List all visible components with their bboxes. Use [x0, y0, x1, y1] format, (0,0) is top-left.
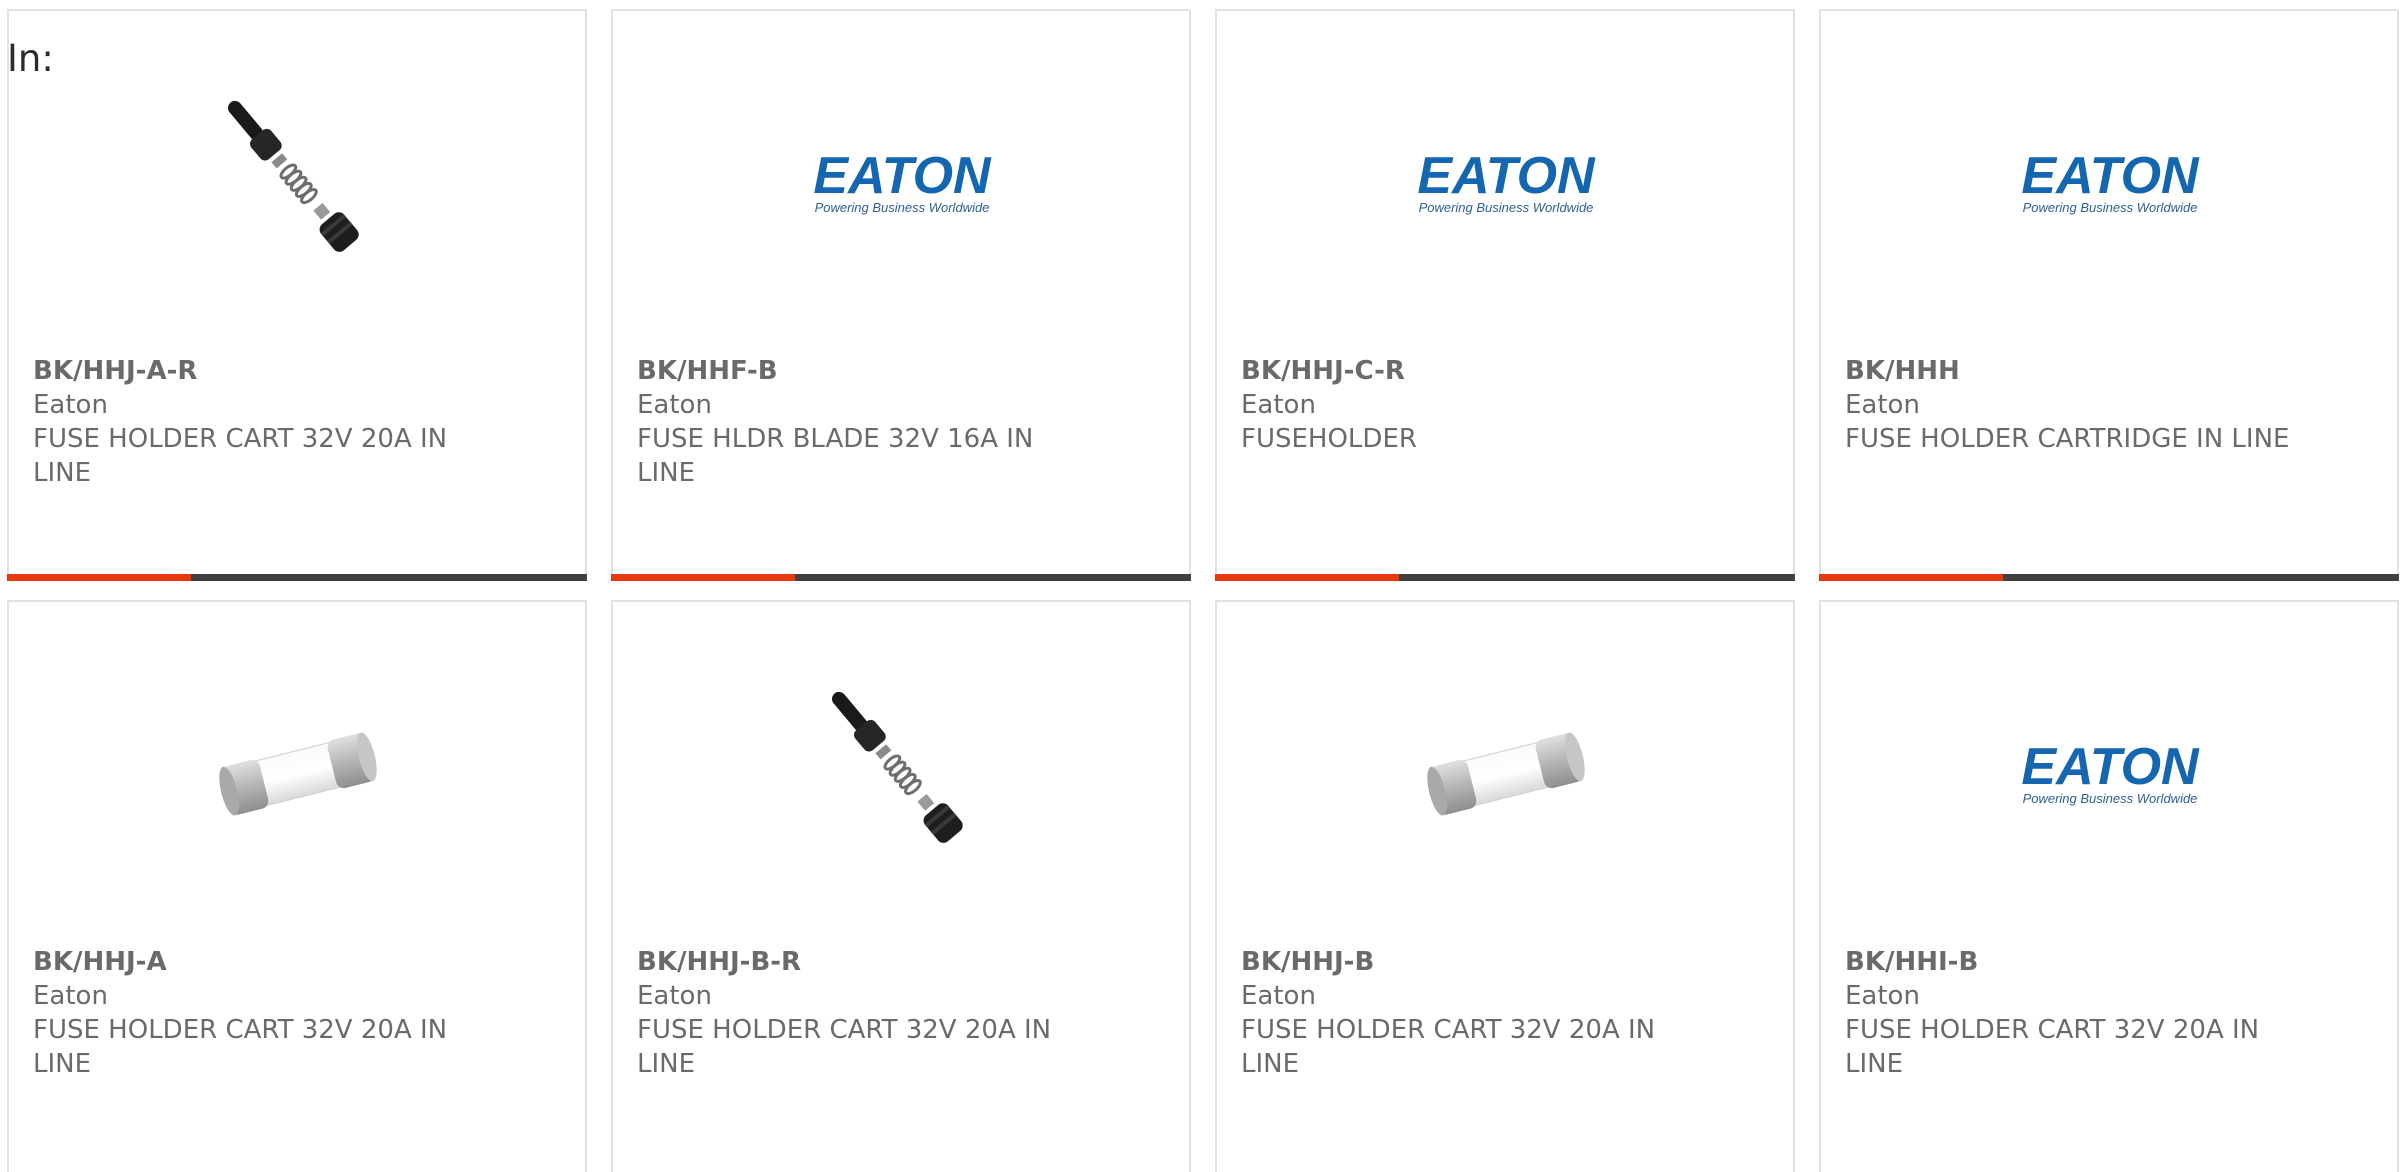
product-card[interactable]: BK/HHJ-A-R Eaton FUSE HOLDER CART 32V 20…	[7, 9, 587, 581]
card-accent-bar	[611, 574, 1191, 581]
brand-name: Eaton	[1241, 390, 1316, 420]
cartridge-fuse-icon	[195, 671, 401, 877]
product-description: FUSE HLDR BLADE 32V 16A IN LINE	[637, 424, 1034, 488]
product-info: BK/HHJ-C-R Eaton FUSEHOLDER	[1241, 354, 1701, 456]
part-number[interactable]: BK/HHF-B	[637, 354, 1097, 388]
product-card[interactable]: BK/HHJ-B-R Eaton FUSE HOLDER CART 32V 20…	[611, 600, 1191, 1172]
brand-name: Eaton	[637, 981, 712, 1011]
product-info: BK/HHJ-A-R Eaton FUSE HOLDER CART 32V 20…	[33, 354, 493, 490]
product-card[interactable]: BK/HHJ-A Eaton FUSE HOLDER CART 32V 20A …	[7, 600, 587, 1172]
product-card[interactable]: EATON Powering Business Worldwide BK/HHF…	[611, 9, 1191, 581]
eaton-logo-icon: EATON Powering Business Worldwide	[2007, 671, 2213, 877]
inline-fuse-holder-icon	[195, 80, 401, 286]
brand-name: Eaton	[33, 981, 108, 1011]
brand-name: Eaton	[1845, 981, 1920, 1011]
product-info: BK/HHJ-B Eaton FUSE HOLDER CART 32V 20A …	[1241, 945, 1701, 1081]
part-number[interactable]: BK/HHI-B	[1845, 945, 2305, 979]
filter-label: In:	[7, 37, 54, 80]
eaton-tagline: Powering Business Worldwide	[815, 200, 990, 215]
brand-name: Eaton	[33, 390, 108, 420]
eaton-wordmark: EATON	[2021, 148, 2200, 205]
eaton-tagline: Powering Business Worldwide	[2023, 791, 2198, 806]
eaton-wordmark: EATON	[813, 148, 992, 205]
product-info: BK/HHF-B Eaton FUSE HLDR BLADE 32V 16A I…	[637, 354, 1097, 490]
card-accent-bar	[7, 574, 587, 581]
product-card[interactable]: EATON Powering Business Worldwide BK/HHH…	[1819, 9, 2399, 581]
eaton-logo-icon: EATON Powering Business Worldwide	[1403, 80, 1609, 286]
part-number[interactable]: BK/HHJ-A	[33, 945, 493, 979]
product-description: FUSE HOLDER CARTRIDGE IN LINE	[1845, 424, 2290, 454]
product-description: FUSE HOLDER CART 32V 20A IN LINE	[1845, 1015, 2260, 1079]
card-accent-bar	[1215, 574, 1795, 581]
eaton-wordmark: EATON	[1417, 148, 1596, 205]
eaton-wordmark: EATON	[2021, 739, 2200, 796]
product-info: BK/HHJ-B-R Eaton FUSE HOLDER CART 32V 20…	[637, 945, 1097, 1081]
product-info: BK/HHJ-A Eaton FUSE HOLDER CART 32V 20A …	[33, 945, 493, 1081]
product-grid: BK/HHJ-A-R Eaton FUSE HOLDER CART 32V 20…	[7, 9, 2399, 1172]
eaton-logo-icon: EATON Powering Business Worldwide	[799, 80, 1005, 286]
part-number[interactable]: BK/HHJ-B-R	[637, 945, 1097, 979]
product-description: FUSE HOLDER CART 32V 20A IN LINE	[33, 1015, 448, 1079]
product-info: BK/HHH Eaton FUSE HOLDER CARTRIDGE IN LI…	[1845, 354, 2305, 456]
part-number[interactable]: BK/HHH	[1845, 354, 2305, 388]
product-card[interactable]: BK/HHJ-B Eaton FUSE HOLDER CART 32V 20A …	[1215, 600, 1795, 1172]
product-card[interactable]: EATON Powering Business Worldwide BK/HHI…	[1819, 600, 2399, 1172]
product-description: FUSEHOLDER	[1241, 424, 1417, 454]
product-description: FUSE HOLDER CART 32V 20A IN LINE	[1241, 1015, 1656, 1079]
product-card[interactable]: EATON Powering Business Worldwide BK/HHJ…	[1215, 9, 1795, 581]
inline-fuse-holder-icon	[799, 671, 1005, 877]
brand-name: Eaton	[1845, 390, 1920, 420]
product-description: FUSE HOLDER CART 32V 20A IN LINE	[33, 424, 448, 488]
cartridge-fuse-icon	[1403, 671, 1609, 877]
brand-name: Eaton	[1241, 981, 1316, 1011]
product-description: FUSE HOLDER CART 32V 20A IN LINE	[637, 1015, 1052, 1079]
brand-name: Eaton	[637, 390, 712, 420]
card-accent-bar	[1819, 574, 2399, 581]
eaton-tagline: Powering Business Worldwide	[1419, 200, 1594, 215]
eaton-tagline: Powering Business Worldwide	[2023, 200, 2198, 215]
part-number[interactable]: BK/HHJ-C-R	[1241, 354, 1701, 388]
part-number[interactable]: BK/HHJ-A-R	[33, 354, 493, 388]
eaton-logo-icon: EATON Powering Business Worldwide	[2007, 80, 2213, 286]
part-number[interactable]: BK/HHJ-B	[1241, 945, 1701, 979]
product-info: BK/HHI-B Eaton FUSE HOLDER CART 32V 20A …	[1845, 945, 2305, 1081]
